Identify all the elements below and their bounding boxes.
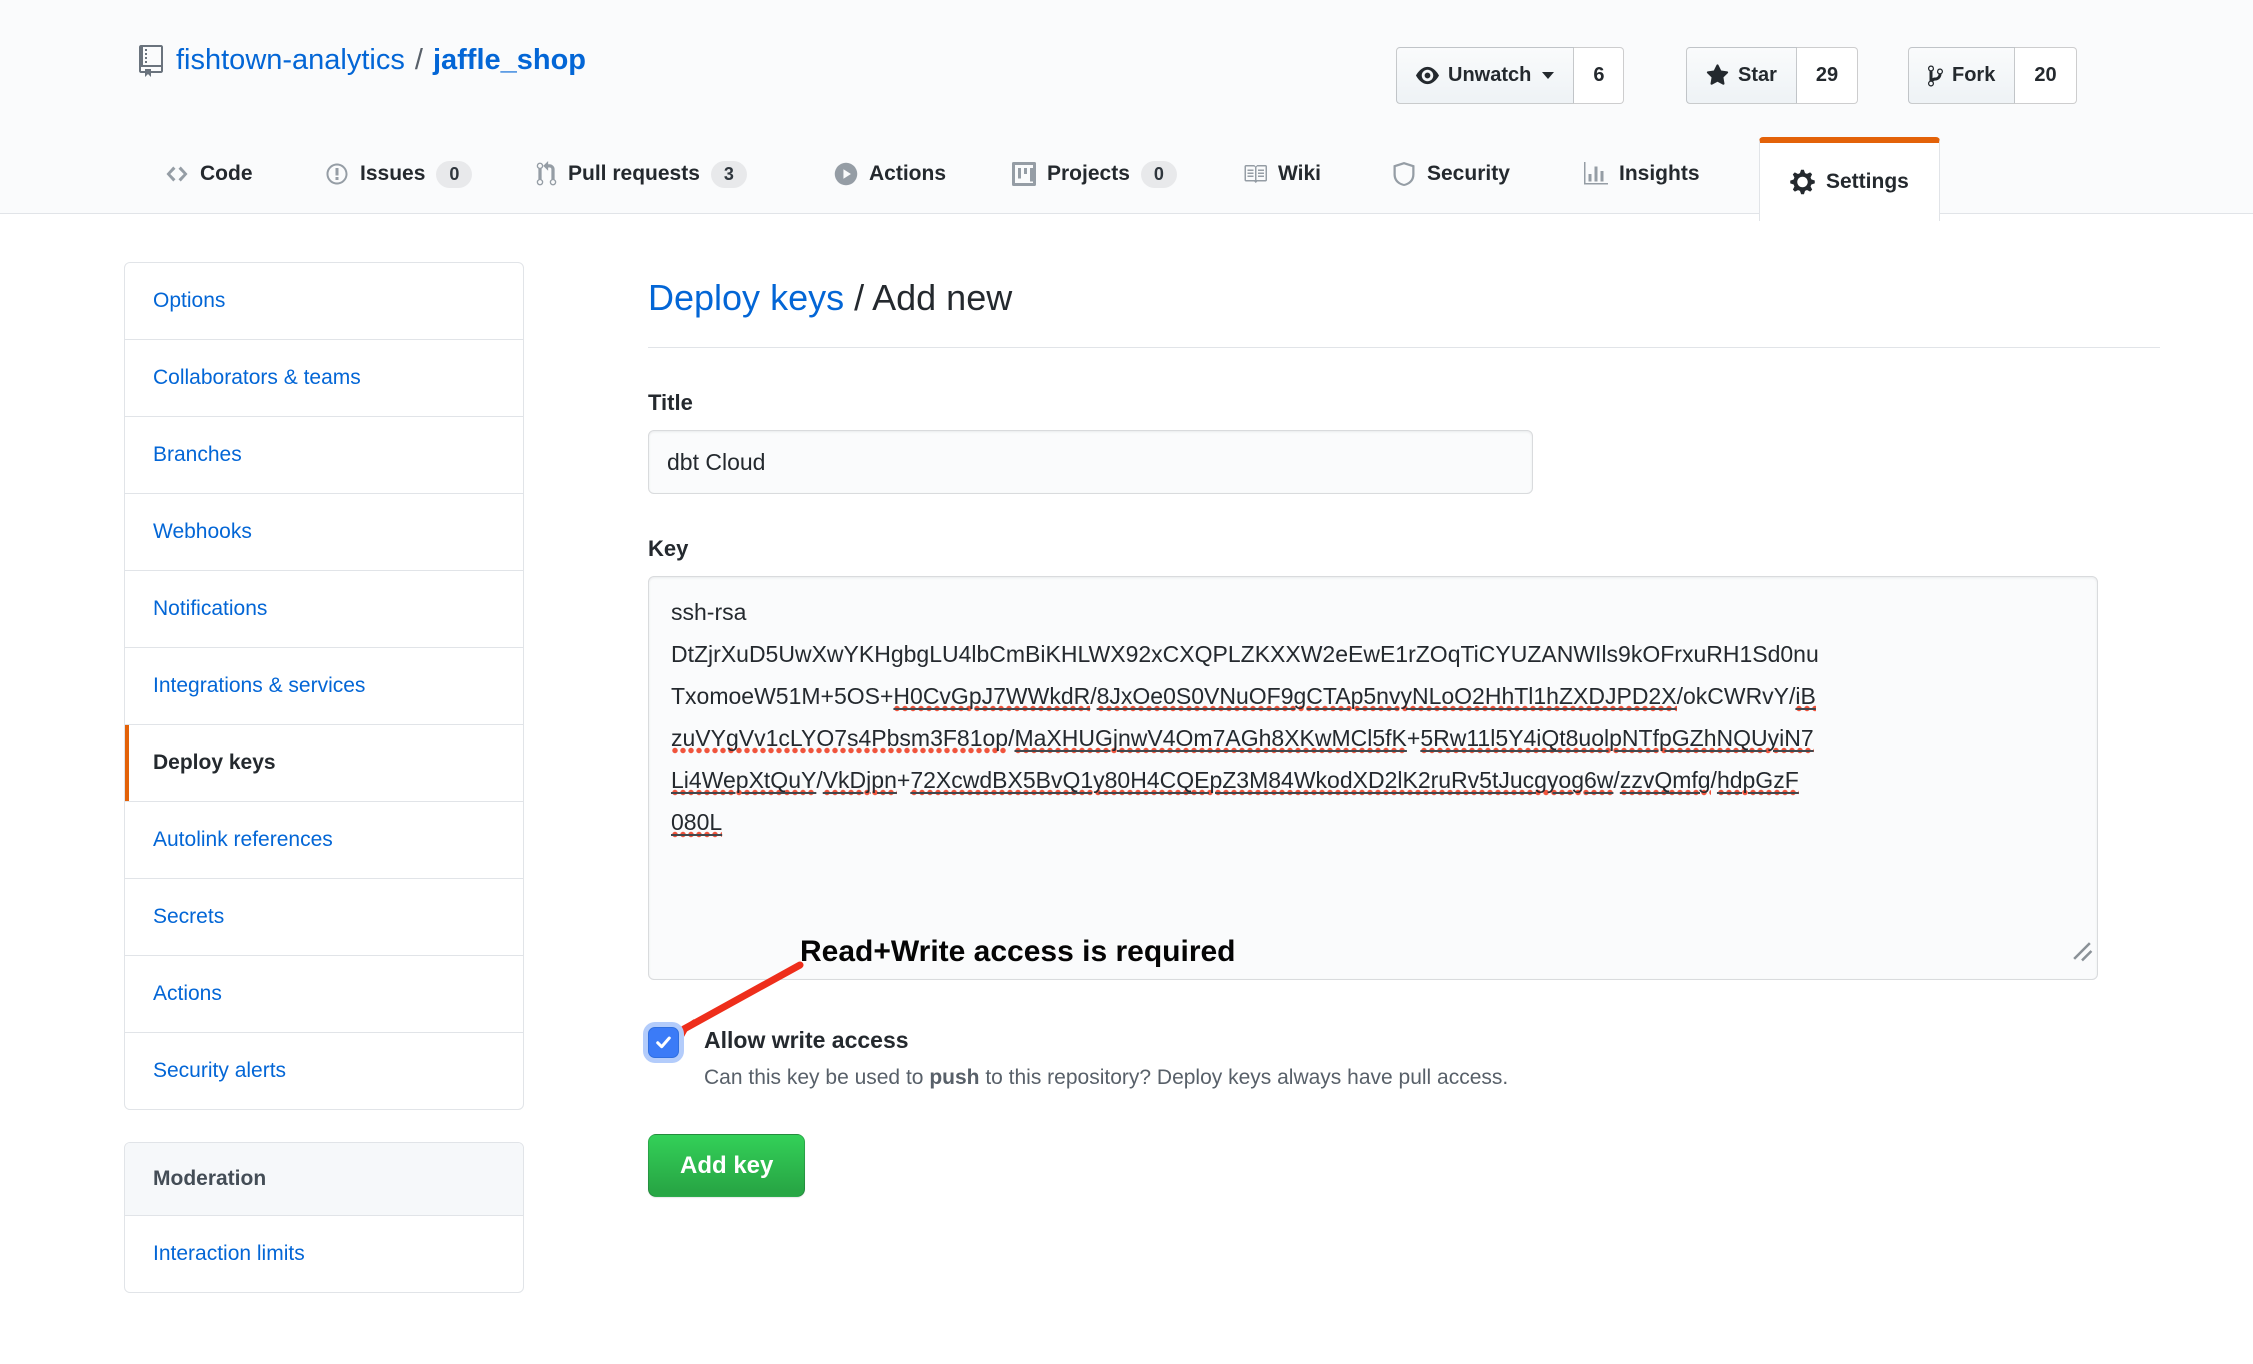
sidebar-item-webhooks[interactable]: Webhooks: [125, 493, 523, 570]
page-title-suffix: / Add new: [844, 277, 1012, 318]
repo-nav: Code Issues 0 Pull requests 3 Actions: [0, 0, 2253, 213]
sidebar-item-deploy-keys[interactable]: Deploy keys: [125, 724, 523, 801]
tab-label: Code: [200, 162, 253, 186]
tab-pull-requests[interactable]: Pull requests 3: [536, 150, 747, 198]
tab-actions[interactable]: Actions: [834, 150, 946, 198]
tab-label: Projects: [1047, 162, 1130, 186]
sidebar-item-secrets[interactable]: Secrets: [125, 878, 523, 955]
title-input[interactable]: [648, 430, 1533, 494]
resize-handle-icon[interactable]: [2071, 933, 2093, 975]
tab-label: Actions: [869, 162, 946, 186]
tab-label: Issues: [360, 162, 425, 186]
annotation-read-write-required: Read+Write access is required: [800, 935, 1236, 969]
title-label: Title: [648, 390, 2160, 416]
tab-insights[interactable]: Insights: [1584, 150, 1700, 198]
code-icon: [165, 162, 189, 186]
key-textarea[interactable]: ssh-rsaDtZjrXuD5UwXwYKHgbgLU4lbCmBiKHLWX…: [648, 576, 2098, 980]
pull-requests-count-badge: 3: [711, 161, 747, 188]
shield-icon: [1392, 162, 1416, 186]
tab-label: Insights: [1619, 162, 1700, 186]
tab-label: Settings: [1826, 170, 1909, 194]
key-text: ssh-rsaDtZjrXuD5UwXwYKHgbgLU4lbCmBiKHLWX…: [671, 591, 2075, 843]
tab-settings[interactable]: Settings: [1759, 137, 1940, 221]
allow-write-label[interactable]: Allow write access: [704, 1024, 1508, 1056]
tab-issues[interactable]: Issues 0: [325, 150, 472, 198]
allow-write-description: Can this key be used to push to this rep…: [704, 1064, 1508, 1092]
allow-write-checkbox[interactable]: [648, 1027, 679, 1058]
tab-code[interactable]: Code: [165, 150, 253, 198]
repo-header: fishtown-analytics / jaffle_shop Unwatch…: [0, 0, 2253, 214]
sidebar-item-collaborators-teams[interactable]: Collaborators & teams: [125, 339, 523, 416]
github-repo-settings-page: fishtown-analytics / jaffle_shop Unwatch…: [0, 0, 2253, 1364]
play-icon: [834, 162, 858, 186]
add-key-button[interactable]: Add key: [648, 1134, 805, 1197]
graph-icon: [1584, 162, 1608, 186]
tab-security[interactable]: Security: [1392, 150, 1510, 198]
project-icon: [1012, 162, 1036, 186]
projects-count-badge: 0: [1141, 161, 1177, 188]
moderation-menu: Moderation Interaction limits: [124, 1142, 524, 1293]
sidebar-item-notifications[interactable]: Notifications: [125, 570, 523, 647]
deploy-key-form: Deploy keys / Add new Title Key ssh-rsaD…: [648, 213, 2160, 1197]
sidebar-item-autolink-references[interactable]: Autolink references: [125, 801, 523, 878]
issue-opened-icon: [325, 162, 349, 186]
git-pull-request-icon: [536, 161, 557, 187]
settings-sidebar: Options Collaborators & teams Branches W…: [124, 262, 524, 1293]
tab-label: Security: [1427, 162, 1510, 186]
deploy-keys-link[interactable]: Deploy keys: [648, 277, 844, 318]
book-icon: [1243, 162, 1267, 186]
tab-wiki[interactable]: Wiki: [1243, 150, 1321, 198]
sidebar-item-interaction-limits[interactable]: Interaction limits: [125, 1216, 523, 1292]
gear-icon: [1790, 168, 1815, 196]
moderation-header: Moderation: [125, 1143, 523, 1216]
tab-label: Wiki: [1278, 162, 1321, 186]
sidebar-item-actions[interactable]: Actions: [125, 955, 523, 1032]
key-label: Key: [648, 536, 2160, 562]
allow-write-access-row: Allow write access Can this key be used …: [648, 1024, 2160, 1092]
page-title: Deploy keys / Add new: [648, 277, 2160, 348]
issues-count-badge: 0: [436, 161, 472, 188]
tab-label: Pull requests: [568, 162, 700, 186]
sidebar-item-options[interactable]: Options: [125, 263, 523, 339]
tab-projects[interactable]: Projects 0: [1012, 150, 1177, 198]
settings-menu: Options Collaborators & teams Branches W…: [124, 262, 524, 1110]
sidebar-item-security-alerts[interactable]: Security alerts: [125, 1032, 523, 1109]
sidebar-item-branches[interactable]: Branches: [125, 416, 523, 493]
sidebar-item-integrations-services[interactable]: Integrations & services: [125, 647, 523, 724]
